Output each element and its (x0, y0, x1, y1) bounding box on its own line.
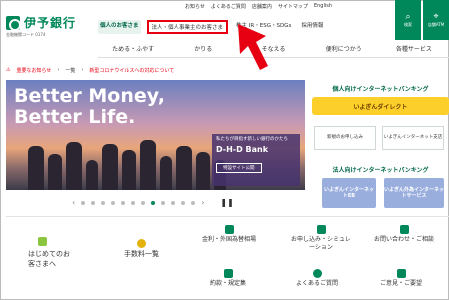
atm-button[interactable]: ⌖ 店舗ATM (423, 0, 449, 40)
chart-icon (224, 225, 234, 234)
nav-convenient[interactable]: 便利につかう (309, 44, 379, 53)
chevron-right-icon[interactable]: › (201, 198, 204, 207)
contact-link[interactable]: お問い合わせ・ご相談 (374, 225, 434, 244)
new-application-button[interactable]: 新規のお申し込み (314, 126, 376, 150)
special-site-button[interactable]: 特設サイト公開 (216, 163, 262, 173)
search-button[interactable]: ⌕ 検索 (395, 0, 421, 40)
quick-links: はじめてのお客さまへ 手数料一覧 金利・外国為替相場 お申し込み・シミュレーショ… (6, 216, 449, 300)
link-english[interactable]: English (314, 3, 332, 10)
logo-text: 伊予銀行 (24, 16, 77, 30)
slide-dot-active[interactable] (151, 200, 156, 205)
dhd-bank-card[interactable]: 私たちが目指す新しい銀行のかたち D-H-D Bank 特設サイト公開 (212, 134, 300, 186)
beginner-icon (38, 237, 47, 246)
apply-link[interactable]: お申し込み・シミュレーション (290, 225, 352, 252)
link-sitemap[interactable]: サイトマップ (278, 3, 308, 10)
link-faq[interactable]: よくあるご質問 (211, 3, 246, 10)
notice-list-link[interactable]: 一覧 (65, 67, 75, 74)
speech-bubble-icon (396, 269, 406, 278)
nav-services[interactable]: 各種サービス (379, 44, 449, 53)
opinion-link[interactable]: ご意見・ご要望 (380, 269, 422, 288)
forex-service-button[interactable]: いよぎん外為インターネットサービス (384, 178, 444, 208)
eb-button[interactable]: いよぎんインターネットEB (322, 178, 376, 208)
chevron-right-icon: › (81, 67, 84, 73)
tab-business[interactable]: 法人・個人事業主のお客さま (146, 20, 229, 34)
bank-logo[interactable]: 伊予銀行 (6, 14, 76, 31)
slide-dot[interactable] (101, 200, 106, 205)
hero-title: Better Money, Better Life. (14, 85, 165, 128)
rates-link[interactable]: 金利・外国為替相場 (202, 225, 256, 244)
slider-controls: ‹ › ❚❚ (72, 198, 234, 207)
people-silhouette-image (28, 135, 228, 190)
internet-branch-button[interactable]: いよぎんインターネット支店 (382, 126, 444, 150)
link-notice[interactable]: お知らせ (185, 3, 205, 10)
hero-banner[interactable]: Better Money, Better Life. 私たちが目指す新しい銀行の… (6, 80, 305, 190)
slide-dot[interactable] (141, 200, 146, 205)
book-icon (223, 269, 233, 278)
nav-save[interactable]: ためる・ふやす (98, 44, 168, 53)
slide-dot[interactable] (161, 200, 166, 205)
corporate-ib-heading: 法人向けインターネットバンキング (332, 167, 429, 174)
slide-dot[interactable] (181, 200, 186, 205)
coin-icon (137, 239, 146, 248)
location-pin-icon: ⌖ (433, 12, 439, 22)
tab-recruit[interactable]: 採用情報 (299, 20, 325, 34)
link-branch[interactable]: 店舗案内 (252, 3, 272, 10)
red-pointer-arrow-icon (238, 24, 268, 70)
personal-ib-heading: 個人向けインターネットバンキング (332, 86, 429, 93)
notice-label: 重要なお知らせ (16, 67, 52, 74)
bank-code: 金融機関コード 0174 (6, 32, 46, 37)
slide-dot[interactable] (111, 200, 116, 205)
chevron-right-icon: › (57, 67, 60, 73)
main-navigation: ためる・ふやす かりる そなえる 便利につかう 各種サービス (98, 40, 449, 58)
person-icon (399, 225, 409, 234)
slide-dot[interactable] (121, 200, 126, 205)
slide-dot[interactable] (81, 200, 86, 205)
warning-icon: ⚠ (6, 67, 11, 73)
terms-link[interactable]: 約款・規定集 (210, 269, 246, 288)
chevron-left-icon[interactable]: ‹ (72, 198, 75, 207)
audience-tabs: 個人のお客さま 法人・個人事業主のお客さま 株主 IR・ESG・SDGs 採用情… (98, 20, 325, 34)
document-icon (316, 225, 326, 234)
logo-icon (6, 15, 21, 31)
pause-icon[interactable]: ❚❚ (220, 198, 233, 207)
slide-dot[interactable] (171, 200, 176, 205)
question-icon (312, 269, 322, 278)
slide-dot[interactable] (191, 200, 196, 205)
notice-covid-link[interactable]: 新型コロナウイルスへの対応について (89, 67, 174, 74)
iyogin-direct-button[interactable]: いよぎんダイレクト (312, 97, 449, 115)
fees-link[interactable]: 手数料一覧 (124, 239, 159, 258)
slide-dot[interactable] (91, 200, 96, 205)
utility-links: お知らせ よくあるご質問 店舗案内 サイトマップ English (185, 3, 332, 10)
slide-dot[interactable] (131, 200, 136, 205)
tab-personal[interactable]: 個人のお客さま (98, 20, 141, 34)
beginners-link[interactable]: はじめてのお客さまへ (28, 237, 76, 269)
faq-link[interactable]: よくあるご質問 (296, 269, 338, 288)
nav-borrow[interactable]: かりる (168, 44, 238, 53)
search-icon: ⌕ (405, 12, 411, 22)
